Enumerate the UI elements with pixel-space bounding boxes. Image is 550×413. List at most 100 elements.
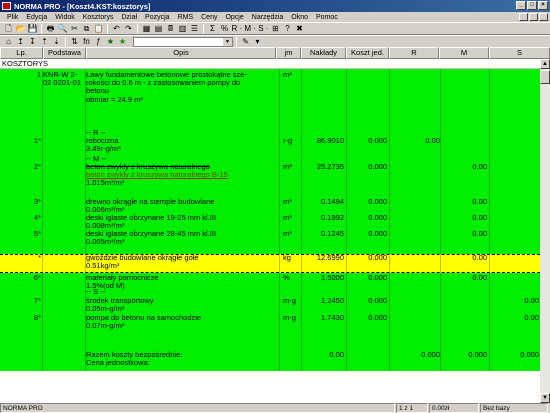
about-icon[interactable]: ✖	[294, 24, 305, 34]
cell-m: 0.00	[472, 273, 487, 282]
col-lp[interactable]: Lp.	[0, 47, 43, 59]
menu-pomoc[interactable]: Pomoc	[312, 14, 342, 21]
table-icon[interactable]: ▦	[141, 24, 152, 34]
preview-icon[interactable]: 🔍	[57, 24, 68, 34]
sum-icon[interactable]: Σ	[207, 24, 218, 34]
cell-naklady: 86.9010	[316, 136, 344, 145]
col-podstawa[interactable]: Podstawa	[43, 47, 86, 59]
status-base: Bez bazy	[480, 403, 548, 413]
col-s[interactable]: S	[489, 47, 550, 59]
grid-icon[interactable]: ▤	[153, 24, 164, 34]
cell-jm: m-g	[283, 313, 296, 322]
cell-lp: 7*	[33, 296, 41, 305]
cell-koszt: 0.000	[368, 213, 387, 222]
minimize-button[interactable]: _	[516, 1, 526, 10]
menu-ceny[interactable]: Ceny	[197, 14, 221, 21]
menu-okno[interactable]: Okno	[287, 14, 312, 21]
menu-widok[interactable]: Widok	[51, 14, 78, 21]
menu-rms[interactable]: RMS	[174, 14, 198, 21]
cell-opis: gwoździe budowlane okrągłe gołe 0.51kg/m³	[86, 253, 276, 270]
green-star-icon[interactable]: ★	[117, 37, 128, 47]
sort-icon[interactable]: ⇅	[69, 37, 80, 47]
col-koszt[interactable]: Koszt jed.	[346, 47, 389, 59]
menu-plik[interactable]: Plik	[3, 14, 22, 21]
cell-jm: m³	[283, 213, 292, 222]
menu-edycja[interactable]: Edycja	[22, 14, 51, 21]
move-down-icon[interactable]: ⇣	[51, 37, 62, 47]
cell-lp: 5*	[33, 229, 41, 238]
copy-icon[interactable]: ⧉	[81, 24, 92, 34]
rms-label[interactable]: R · M · S ·	[231, 24, 269, 34]
search-combo[interactable]: ▼	[133, 36, 233, 47]
filter-icon[interactable]: ⊞	[270, 24, 281, 34]
mdi-close-button[interactable]	[539, 13, 548, 21]
cost-grid[interactable]: 1 KNR-W 2-02 0201-01 m³ Ławy fundamentowe b…	[0, 69, 540, 371]
main-toolbar: 🗋 📂 💾 🖶 🔍 ✂ ⧉ 📋 ↶ ↷ ▦ ▤ 🖩 ▥ ☰ Σ % R · M …	[0, 22, 550, 35]
fx-icon[interactable]: ƒ	[93, 37, 104, 47]
cell-m: 0.00	[472, 197, 487, 206]
menu-pozycja[interactable]: Pozycja	[141, 14, 174, 21]
chart-icon[interactable]: ▥	[177, 24, 188, 34]
status-value: 0.00zł	[429, 403, 479, 413]
move-up-icon[interactable]: ⇡	[39, 37, 50, 47]
opis-line: 0.005m³/m³	[86, 237, 125, 247]
menu-opcje[interactable]: Opcje	[221, 14, 247, 21]
scroll-down-button[interactable]: ▼	[540, 393, 550, 403]
cell-opis: deski iglaste obrzynane 19-25 mm kl.III 0…	[86, 213, 276, 230]
cell-lp: 4*	[33, 213, 41, 222]
col-naklady[interactable]: Nakłady	[301, 47, 346, 59]
col-r[interactable]: R	[389, 47, 439, 59]
opis-line: 0.07m-g/m³	[86, 321, 125, 331]
status-bar: NORMA PRO 1 z 1 0.00zł Bez bazy	[0, 403, 550, 413]
col-jm[interactable]: jm	[276, 47, 301, 59]
col-m[interactable]: M	[439, 47, 489, 59]
opis-line: 1.015m³/m³	[86, 178, 125, 188]
menu-kosztorys[interactable]: Kosztorys	[79, 14, 118, 21]
section-title[interactable]: KOSZTORYS	[0, 59, 540, 69]
cell-m: 0.000	[468, 350, 487, 359]
cell-s: 0.00	[524, 313, 539, 322]
calc-icon[interactable]: 🖩	[165, 24, 176, 34]
cell-koszt: 0.000	[368, 253, 387, 262]
cell-lp: 1*	[33, 136, 41, 145]
home-icon[interactable]: ⌂	[3, 37, 14, 47]
opis-line: obmiar = 24.9 m³	[86, 94, 143, 104]
print-icon[interactable]: 🖶	[45, 24, 56, 34]
undo-icon[interactable]: ↶	[111, 24, 122, 34]
mdi-minimize-button[interactable]	[519, 13, 528, 21]
percent-icon[interactable]: %	[219, 24, 230, 34]
redo-icon[interactable]: ↷	[123, 24, 134, 34]
menu-narzedzia[interactable]: Narzędzia	[248, 14, 288, 21]
insert-row-icon[interactable]: ↥	[15, 37, 26, 47]
pen-icon[interactable]: ✎	[240, 37, 251, 47]
save-icon[interactable]: 💾	[27, 24, 38, 34]
star-icon[interactable]: ★	[105, 37, 116, 47]
list-icon[interactable]: ☰	[189, 24, 200, 34]
menu-dzial[interactable]: Dział	[117, 14, 141, 21]
scroll-up-button[interactable]: ▲	[540, 59, 550, 69]
table-header: Lp. Podstawa Opis jm Nakłady Koszt jed. …	[0, 47, 550, 59]
dropdown-icon[interactable]: ▾	[252, 37, 263, 47]
help-icon[interactable]: ?	[282, 24, 293, 34]
mdi-restore-button[interactable]	[529, 13, 538, 21]
scroll-thumb[interactable]	[540, 70, 550, 84]
vertical-scrollbar[interactable]: ▲ ▼	[540, 59, 550, 403]
status-page: 1 z 1	[396, 403, 428, 413]
paste-icon[interactable]: 📋	[93, 24, 104, 34]
font-icon[interactable]: fn	[81, 37, 92, 47]
maximize-button[interactable]: □	[527, 1, 537, 10]
open-folder-icon[interactable]: 📂	[15, 24, 26, 34]
cell-m: 0.00	[472, 229, 487, 238]
cell-s: 0.000	[520, 350, 539, 359]
cut-icon[interactable]: ✂	[69, 24, 80, 34]
close-button[interactable]: ×	[538, 1, 548, 10]
new-file-icon[interactable]: 🗋	[3, 24, 14, 34]
cell-jm: m³	[283, 70, 292, 79]
cell-jm: m-g	[283, 296, 296, 305]
cell-koszt: 0.000	[368, 313, 387, 322]
cell-m: 0.00	[472, 162, 487, 171]
col-opis[interactable]: Opis	[86, 47, 276, 59]
insert-item-icon[interactable]: ↧	[27, 37, 38, 47]
cell-lp: 3*	[33, 197, 41, 206]
cell-lp: 1	[36, 70, 41, 79]
